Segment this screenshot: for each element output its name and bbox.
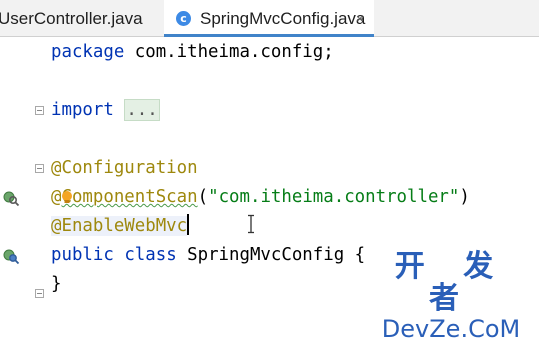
code-text: SpringMvcConfig { [176,245,366,265]
fold-toggle-icon[interactable] [35,289,44,298]
annotation-name: @EnableWebMvc [51,216,188,236]
code-line-import: import ... [51,96,160,125]
spring-bean-search-icon[interactable] [2,189,20,207]
text-caret [187,214,190,235]
keyword: public [51,245,114,265]
tab-usercontroller[interactable]: UserController.java × [0,0,162,37]
lightbulb-icon[interactable] [60,190,74,206]
code-line-enablewebmvc: @EnableWebMvc [51,212,190,241]
keyword: class [124,245,177,265]
class-c-icon: c [176,11,191,26]
text-cursor-icon [248,214,254,234]
watermark: 开 发 者 DevZe.CoM [371,249,531,343]
editor-tab-bar: UserController.java × c SpringMvcConfig.… [0,0,539,37]
watermark-chinese: 开 发 者 [394,249,508,316]
code-line-package: package com.itheima.config; [51,38,334,67]
paren-close: ) [459,187,470,207]
tab-springmvcconfig[interactable]: c SpringMvcConfig.java × [164,0,374,37]
tab-label: UserController.java [0,9,143,28]
annotation-name: ComponentScan [61,187,198,207]
spring-bean-search-icon[interactable] [2,247,20,265]
keyword: package [51,42,125,62]
tab-label: SpringMvcConfig.java [200,9,366,28]
fold-toggle-icon[interactable] [35,106,44,115]
paren-open: ( [197,187,209,207]
watermark-latin: DevZe.CoM [381,315,521,343]
fold-toggle-icon[interactable] [35,164,44,173]
keyword: import [51,100,114,120]
string-literal: "com.itheima.controller" [208,187,460,207]
tab-close-icon[interactable]: × [356,0,364,37]
code-line-configuration: @Configuration [51,158,198,178]
code-line-closing-brace: } [51,274,62,294]
code-line-class-declaration: public class SpringMvcConfig { [51,241,365,270]
code-text: com.itheima.config; [124,42,334,62]
code-line-componentscan: @ComponentScan("com.itheima.controller") [51,183,470,212]
editor-gutter [0,37,44,319]
folded-imports-placeholder[interactable]: ... [124,99,160,121]
